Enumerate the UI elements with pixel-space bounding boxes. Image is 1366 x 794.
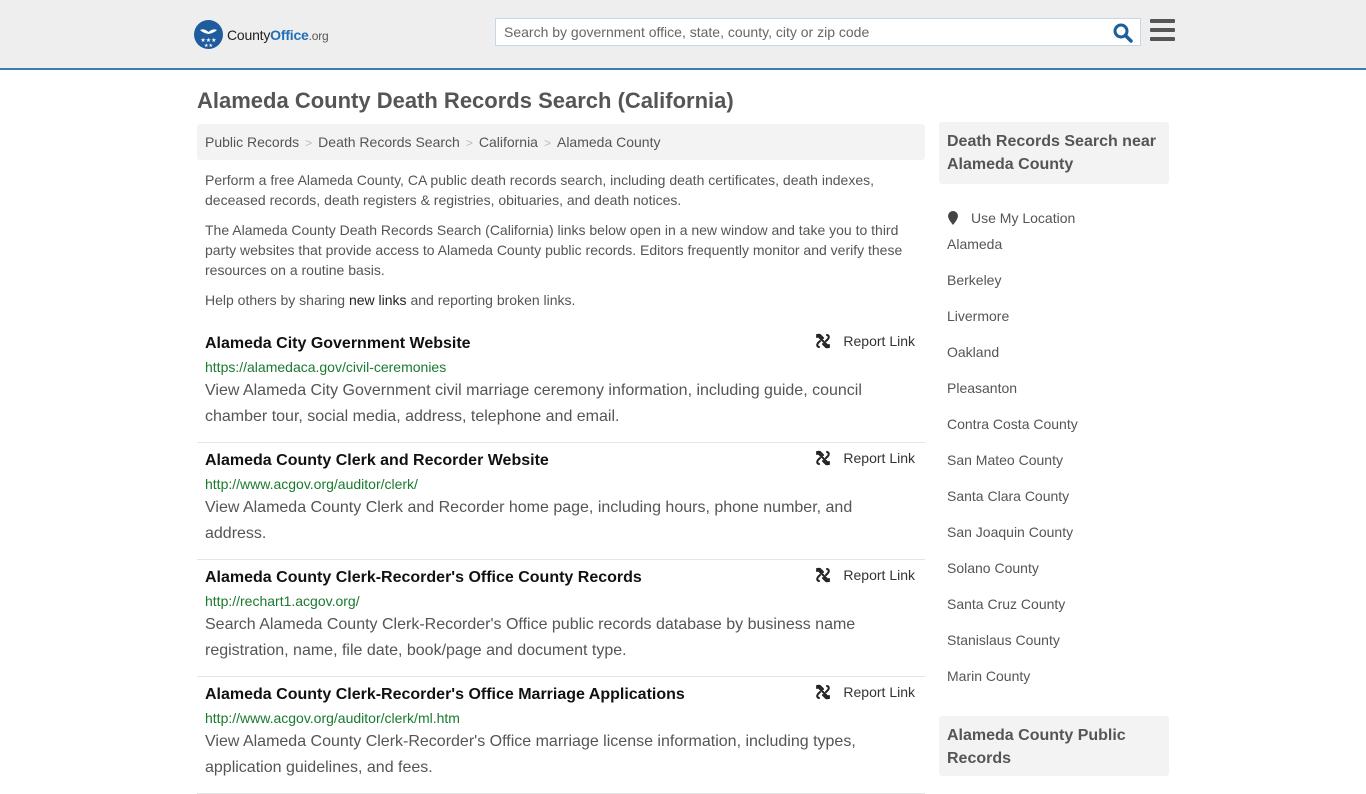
breadcrumb-public-records[interactable]: Public Records	[205, 134, 299, 150]
nearby-link-item: Santa Clara County	[947, 488, 1169, 524]
nearby-link[interactable]: Berkeley	[947, 272, 1001, 288]
nearby-link[interactable]: Stanislaus County	[947, 632, 1060, 648]
nearby-link-item: Marin County	[947, 668, 1169, 704]
breadcrumb-california[interactable]: California	[479, 134, 538, 150]
result-description: View Alameda City Government civil marri…	[205, 382, 862, 425]
nearby-link[interactable]: Solano County	[947, 560, 1039, 576]
nearby-link[interactable]: Livermore	[947, 308, 1009, 324]
broken-link-icon	[816, 567, 831, 583]
intro-paragraph: Perform a free Alameda County, CA public…	[205, 172, 874, 208]
new-links-link[interactable]: new links	[349, 292, 407, 308]
broken-link-icon	[816, 333, 831, 349]
nearby-link-item: Oakland	[947, 344, 1169, 380]
nearby-link-item: San Joaquin County	[947, 524, 1169, 560]
result-url: https://alamedaca.gov/civil-ceremonies	[205, 359, 447, 375]
hamburger-menu-button[interactable]	[1150, 19, 1175, 43]
search-icon	[1113, 23, 1133, 43]
result-description: Search Alameda County Clerk-Recorder's O…	[205, 616, 856, 659]
menu-bar	[1150, 28, 1175, 32]
nearby-link-item: Alameda	[947, 236, 1169, 272]
eagle-logo-icon: ★★★ ★★	[194, 20, 223, 49]
breadcrumb: Public Records > Death Records Search > Cali…	[197, 124, 925, 160]
nearby-links-list: Use My Location Alameda Berkeley Livermo…	[939, 200, 1169, 704]
result-item: Alameda City Government Website https://…	[197, 326, 925, 443]
nearby-link-item: San Mateo County	[947, 452, 1169, 488]
search-box	[495, 18, 1141, 46]
result-title-link[interactable]: Alameda County Clerk-Recorder's Office C…	[205, 569, 642, 587]
result-title-link[interactable]: Alameda County Clerk-Recorder's Office M…	[205, 686, 685, 704]
result-title-link[interactable]: Alameda County Clerk and Recorder Websit…	[205, 452, 549, 470]
result-url: http://www.acgov.org/auditor/clerk/	[205, 476, 418, 492]
report-link-button[interactable]: Report Link	[815, 567, 915, 583]
nearby-link[interactable]: Santa Clara County	[947, 488, 1069, 504]
sidebar-heading: Death Records Search near Alameda County	[939, 122, 1169, 184]
breadcrumb-separator: >	[465, 136, 473, 150]
map-pin-icon	[948, 211, 958, 225]
nearby-link[interactable]: San Joaquin County	[947, 524, 1073, 540]
sidebar: Death Records Search near Alameda County…	[939, 122, 1169, 704]
breadcrumb-death-records-search[interactable]: Death Records Search	[318, 134, 460, 150]
nearby-link[interactable]: Oakland	[947, 344, 999, 360]
site-logo[interactable]: ★★★ ★★ CountyOffice.org	[194, 20, 329, 49]
nearby-link-item: Santa Cruz County	[947, 596, 1169, 632]
report-link-button[interactable]: Report Link	[815, 450, 915, 466]
broken-link-icon	[816, 450, 831, 466]
page-title: Alameda County Death Records Search (Cal…	[197, 88, 734, 113]
results-list: Alameda City Government Website https://…	[197, 326, 925, 794]
nearby-link[interactable]: San Mateo County	[947, 452, 1063, 468]
intro-text: Perform a free Alameda County, CA public…	[205, 170, 917, 320]
result-item: Alameda County Clerk and Recorder Websit…	[197, 443, 925, 560]
report-link-button[interactable]: Report Link	[815, 684, 915, 700]
nearby-link[interactable]: Contra Costa County	[947, 416, 1078, 432]
logo-text: CountyOffice.org	[227, 26, 329, 43]
result-item: Alameda County Clerk-Recorder's Office C…	[197, 560, 925, 677]
intro-paragraph: The Alameda County Death Records Search …	[205, 222, 903, 278]
result-description: View Alameda County Clerk and Recorder h…	[205, 499, 853, 542]
result-item: Alameda County Clerk-Recorder's Office M…	[197, 677, 925, 794]
nearby-link-item: Stanislaus County	[947, 632, 1169, 668]
nearby-link-item: Solano County	[947, 560, 1169, 596]
result-title-link[interactable]: Alameda City Government Website	[205, 335, 471, 353]
breadcrumb-current: Alameda County	[556, 134, 661, 150]
nearby-link-item: Livermore	[947, 308, 1169, 344]
svg-text:★★: ★★	[204, 43, 213, 49]
breadcrumb-separator: >	[543, 136, 551, 150]
sidebar-heading-public-records: Alameda County Public Records	[939, 716, 1169, 776]
use-my-location-link[interactable]: Use My Location	[971, 210, 1075, 226]
top-header: ★★★ ★★ CountyOffice.org	[0, 0, 1366, 70]
search-button[interactable]	[1112, 22, 1134, 44]
nearby-link[interactable]: Santa Cruz County	[947, 596, 1065, 612]
result-url: http://www.acgov.org/auditor/clerk/ml.ht…	[205, 710, 460, 726]
breadcrumb-separator: >	[305, 136, 313, 150]
result-description: View Alameda County Clerk-Recorder's Off…	[205, 733, 856, 776]
nearby-link-item: Berkeley	[947, 272, 1169, 308]
search-input[interactable]	[496, 19, 1096, 45]
use-my-location-item: Use My Location	[947, 200, 1169, 236]
nearby-link-item: Contra Costa County	[947, 416, 1169, 452]
menu-bar	[1150, 19, 1175, 23]
menu-bar	[1150, 37, 1175, 41]
nearby-link[interactable]: Alameda	[947, 236, 1002, 252]
nearby-link-item: Pleasanton	[947, 380, 1169, 416]
help-paragraph: Help others by sharing new links and rep…	[205, 292, 576, 308]
nearby-link[interactable]: Pleasanton	[947, 380, 1017, 396]
broken-link-icon	[816, 684, 831, 700]
nearby-link[interactable]: Marin County	[947, 668, 1030, 684]
report-link-button[interactable]: Report Link	[815, 333, 915, 349]
result-url: http://rechart1.acgov.org/	[205, 593, 360, 609]
